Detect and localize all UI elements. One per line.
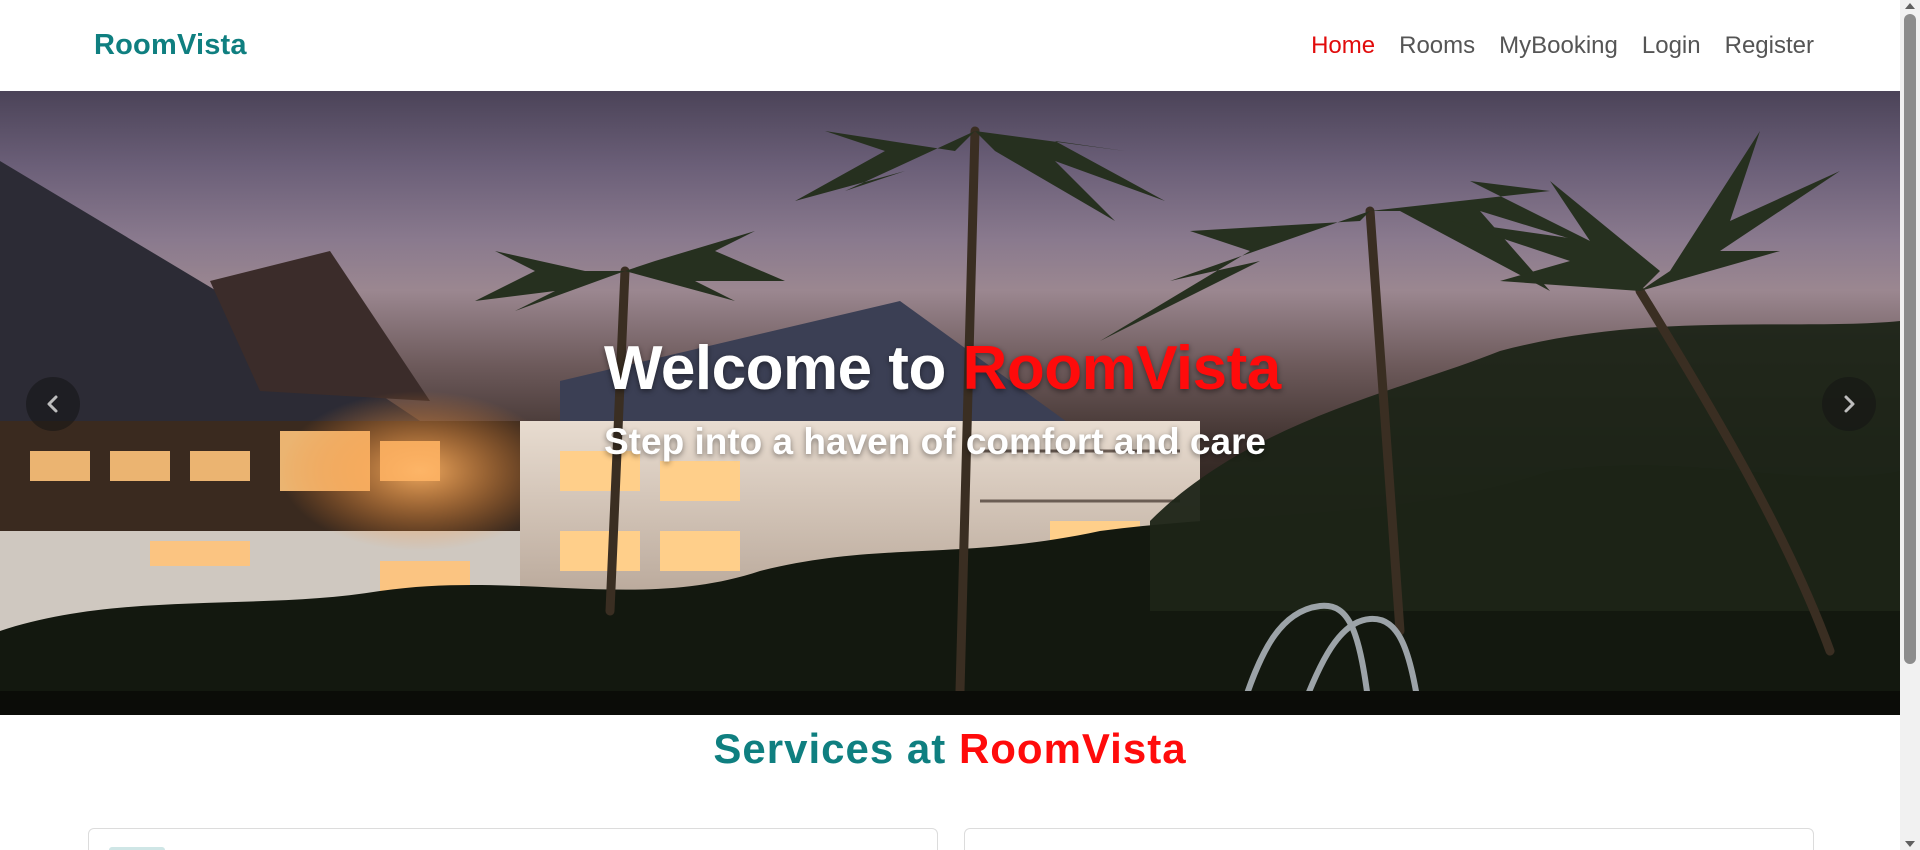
hero-caption: Welcome to RoomVista Step into a haven o… [604, 334, 1282, 463]
hero-title-accent: RoomVista [962, 334, 1282, 403]
services-title: Services at RoomVista [0, 725, 1900, 773]
services-title-accent: RoomVista [958, 725, 1187, 772]
scroll-up-icon[interactable] [1905, 3, 1915, 9]
page-scrollbar[interactable] [1900, 0, 1920, 850]
hero-title: Welcome to RoomVista [604, 334, 1282, 403]
carousel-prev-button[interactable] [26, 377, 80, 431]
service-card [964, 828, 1814, 850]
nav-link-rooms[interactable]: Rooms [1387, 32, 1487, 60]
services-title-prefix: Services at [713, 725, 959, 772]
service-card [88, 828, 938, 850]
nav-link-home[interactable]: Home [1299, 32, 1387, 60]
hero-carousel: Welcome to RoomVista Step into a haven o… [0, 91, 1900, 715]
nav-link-register[interactable]: Register [1713, 32, 1814, 60]
scrollbar-thumb[interactable] [1904, 14, 1916, 664]
hero-title-prefix: Welcome to [604, 334, 963, 403]
hero-subtitle: Step into a haven of comfort and care [604, 421, 1267, 463]
chevron-right-icon [1844, 395, 1855, 413]
nav-links: Home Rooms MyBooking Login Register [1299, 32, 1814, 60]
nav-link-login[interactable]: Login [1630, 32, 1713, 60]
brand-logo[interactable]: RoomVista [94, 29, 247, 62]
carousel-next-button[interactable] [1822, 377, 1876, 431]
scroll-down-icon[interactable] [1905, 841, 1915, 847]
nav-link-mybooking[interactable]: MyBooking [1487, 32, 1630, 60]
chevron-left-icon [47, 395, 58, 413]
navbar: RoomVista Home Rooms MyBooking Login Reg… [0, 0, 1900, 91]
